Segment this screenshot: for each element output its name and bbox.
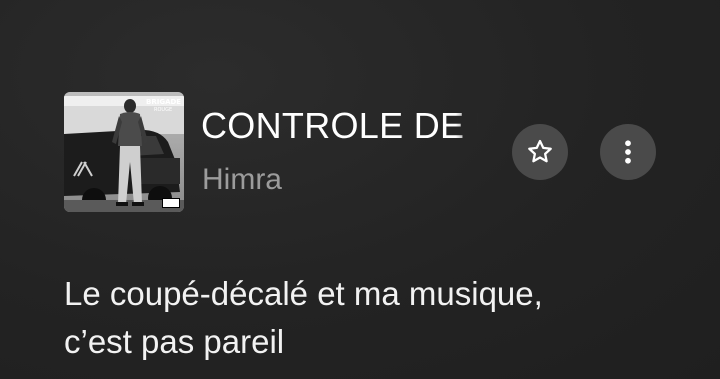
track-title-container[interactable]: CONTROLE DE POLICE [201,104,478,148]
parental-advisory-badge [162,198,180,208]
lyric-line[interactable]: c’est pas pareil [64,318,684,366]
more-vertical-icon [625,140,631,164]
now-playing-header: BRIGADE ROUGE CONTROLE DE POLICE Himra [0,0,720,240]
album-cover-art: BRIGADE ROUGE [64,92,184,212]
lyrics-view[interactable]: Le coupé-décalé et ma musique, c’est pas… [64,270,684,366]
star-icon [528,139,552,163]
track-title: CONTROLE DE POLICE [201,105,478,146]
album-cover[interactable]: BRIGADE ROUGE [64,92,184,212]
cover-logo-sub: ROUGE [154,107,172,113]
cover-logo: BRIGADE [146,98,181,106]
lyric-line[interactable]: Le coupé-décalé et ma musique, [64,270,684,318]
more-options-button[interactable] [600,124,656,180]
artist-name[interactable]: Himra [202,160,282,200]
favorite-button[interactable] [512,124,568,180]
